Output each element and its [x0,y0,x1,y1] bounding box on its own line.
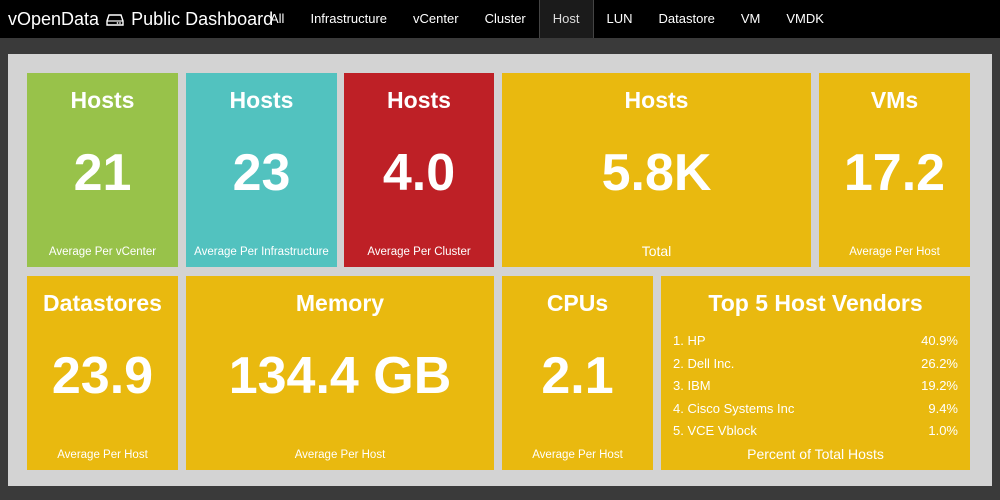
nav-item-vcenter[interactable]: vCenter [400,0,472,38]
nav-item-lun[interactable]: LUN [594,0,646,38]
list-item: 3. IBM 19.2% [673,375,958,398]
tile-value: 17.2 [843,144,946,202]
vendor-percent: 26.2% [921,355,958,371]
list-item: 1. HP 40.9% [673,330,958,353]
tile-value: 5.8K [601,144,712,202]
tile-hosts-total: Hosts 5.8K Total [502,73,811,267]
tile-memory-per-host: Memory 134.4 GB Average Per Host [186,276,494,470]
brand-name: vOpenData [8,9,100,29]
nav-item-all[interactable]: All [257,0,297,38]
tile-subtitle: Average Per vCenter [48,246,157,258]
tile-title: Memory [295,290,385,316]
nav-menu: All Infrastructure vCenter Cluster Host … [257,0,837,38]
vendor-percent: 19.2% [921,378,958,393]
tile-subtitle: Total [641,243,672,259]
nav-item-datastore[interactable]: Datastore [646,0,728,38]
vendor-name: 3. IBM [673,378,711,393]
tile-subtitle: Average Per Host [849,246,940,258]
vendor-percent: 9.4% [928,400,958,416]
nav-item-cluster[interactable]: Cluster [472,0,539,38]
top-navbar: vOpenData Public Dashboard All Infrastru… [0,0,1000,38]
tile-subtitle: Average Per Host [294,449,386,461]
vendor-name: 4. Cisco Systems Inc [673,400,795,416]
tile-cpus-per-host: CPUs 2.1 Average Per Host [502,276,653,470]
tile-hosts-per-vcenter: Hosts 21 Average Per vCenter [27,73,178,267]
brand-subtitle: Public Dashboard [131,9,274,29]
nav-item-host[interactable]: Host [538,0,594,38]
hard-drive-icon [106,14,124,26]
nav-item-vmdk[interactable]: VMDK [773,0,837,38]
tile-title: Datastores [43,290,162,316]
tile-hosts-per-cluster: Hosts 4.0 Average Per Cluster [344,73,494,267]
tile-value: 23.9 [51,347,154,405]
tile-hosts-per-infrastructure: Hosts 23 Average Per Infrastructure [186,73,337,267]
tile-datastores-per-host: Datastores 23.9 Average Per Host [27,276,178,470]
vendor-percent: 1.0% [928,423,958,438]
tile-title: Hosts [624,87,689,113]
tile-subtitle: Percent of Total Hosts [747,446,884,462]
tile-value: 134.4 GB [228,347,452,405]
tile-value: 23 [232,144,291,202]
vendor-name: 5. VCE Vblock [673,423,757,438]
nav-item-vm[interactable]: VM [728,0,774,38]
tile-top-host-vendors: Top 5 Host Vendors 1. HP 40.9% 2. Dell I… [661,276,970,470]
vendor-name: 2. Dell Inc. [673,355,735,371]
tile-subtitle: Average Per Infrastructure [194,246,329,258]
tile-subtitle: Average Per Host [57,449,148,461]
list-item: 2. Dell Inc. 26.2% [673,353,958,376]
list-item: 5. VCE Vblock 1.0% [673,420,958,443]
nav-item-infrastructure[interactable]: Infrastructure [297,0,400,38]
tile-vms-per-host: VMs 17.2 Average Per Host [819,73,970,267]
tile-subtitle: Average Per Cluster [367,246,471,258]
tile-value: 4.0 [382,144,456,202]
tile-title: Hosts [70,87,135,113]
brand-logo[interactable]: vOpenData Public Dashboard [8,0,273,38]
vendor-name: 1. HP [673,333,706,348]
tile-subtitle: Average Per Host [532,449,623,461]
list-item: 4. Cisco Systems Inc 9.4% [673,398,958,421]
tile-title: Hosts [229,87,294,113]
tile-title: CPUs [546,290,609,316]
dashboard-panel: Hosts 21 Average Per vCenter Hosts 23 Av… [8,54,992,486]
tile-value: 21 [73,144,132,202]
tile-title: Hosts [387,87,451,113]
tile-value: 2.1 [541,347,614,405]
vendor-percent: 40.9% [921,333,958,348]
tile-title: Top 5 Host Vendors [708,290,923,316]
vendor-list: 1. HP 40.9% 2. Dell Inc. 26.2% 3. IBM 19… [673,330,958,443]
tile-title: VMs [870,87,919,113]
